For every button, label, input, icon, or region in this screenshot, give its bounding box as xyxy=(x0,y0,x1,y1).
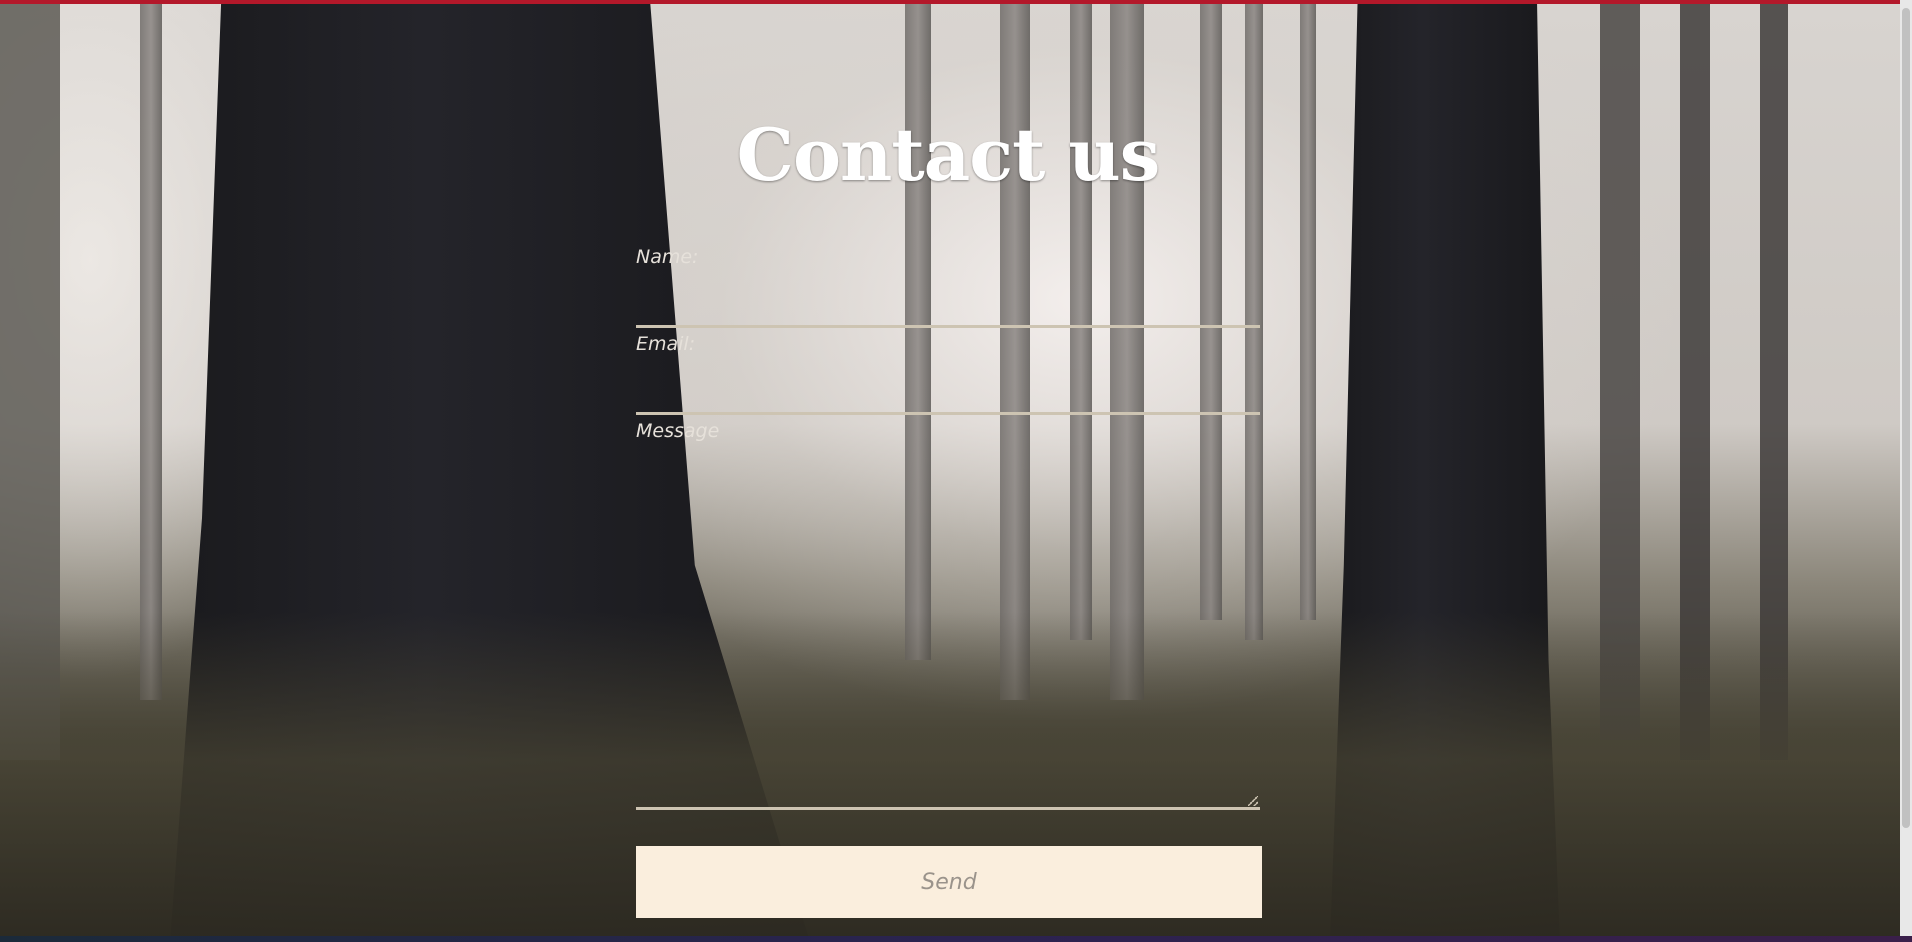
message-label: Message xyxy=(636,420,720,442)
name-label: Name: xyxy=(636,246,699,268)
bottom-edge-bar xyxy=(0,936,1912,942)
email-input[interactable] xyxy=(636,369,1260,415)
page-title: Contact us xyxy=(736,112,1161,197)
contact-page: Contact us Name: Email: Message Send xyxy=(0,0,1912,942)
top-accent-bar xyxy=(0,0,1912,4)
email-label: Email: xyxy=(636,333,696,355)
scrollbar-thumb[interactable] xyxy=(1902,8,1910,828)
resize-handle-icon[interactable] xyxy=(1248,796,1258,806)
send-button[interactable]: Send xyxy=(636,846,1262,918)
name-input[interactable] xyxy=(636,282,1260,328)
message-textarea[interactable] xyxy=(636,456,1260,810)
name-field-group: Name: xyxy=(636,246,1260,330)
message-field-group: Message xyxy=(636,420,1260,812)
contact-section: Contact us Name: Email: Message Send xyxy=(0,0,1900,936)
email-field-group: Email: xyxy=(636,333,1260,417)
vertical-scrollbar[interactable] xyxy=(1900,0,1912,936)
